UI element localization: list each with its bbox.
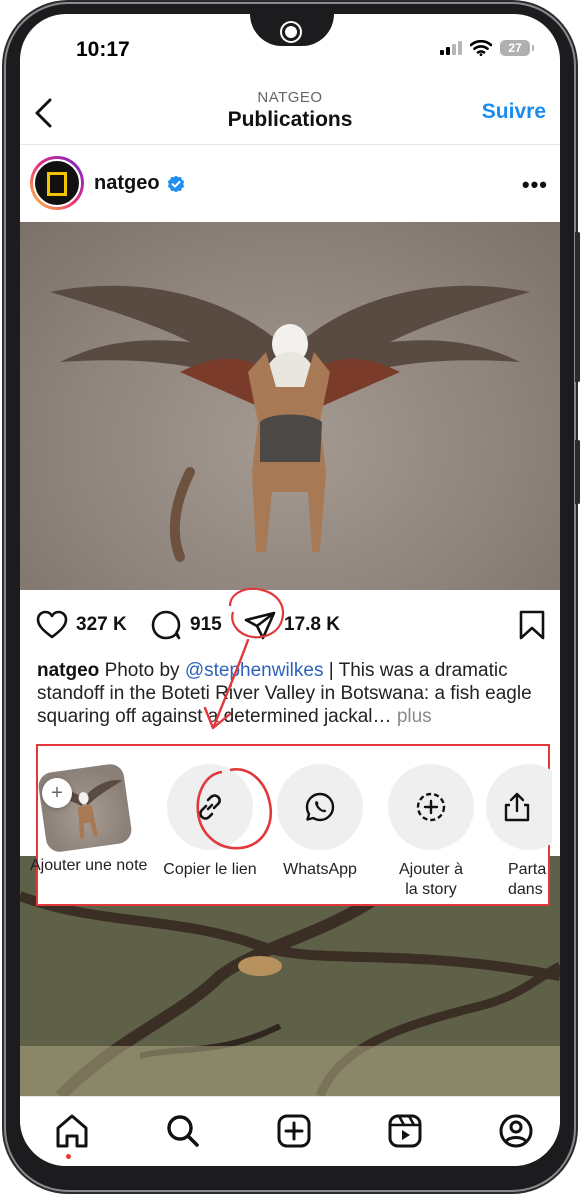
- front-camera: [282, 23, 300, 41]
- battery-icon: 27: [500, 40, 534, 56]
- share-label: WhatsApp: [283, 861, 357, 878]
- add-story-icon: [388, 764, 474, 850]
- like-count: 327 K: [76, 614, 127, 635]
- power-button: [575, 440, 580, 504]
- avatar[interactable]: [30, 156, 84, 210]
- comment-count: 915: [190, 614, 222, 635]
- share-add-note[interactable]: + Ajouter une note: [30, 762, 148, 876]
- caption-more-link[interactable]: plus: [397, 706, 432, 727]
- plus-icon: +: [42, 778, 72, 808]
- share-action[interactable]: 17.8 K: [244, 610, 340, 640]
- share-icon: [486, 764, 552, 850]
- caption-mention[interactable]: @stephenwilkes: [185, 660, 324, 681]
- profile-icon[interactable]: [496, 1111, 536, 1151]
- like-action[interactable]: 327 K: [36, 610, 127, 640]
- page-title: Publications: [227, 108, 353, 131]
- share-label: Parta dans: [508, 861, 547, 898]
- status-time: 10:17: [76, 38, 130, 61]
- verified-badge-icon: [167, 175, 185, 193]
- send-icon: [244, 611, 276, 640]
- whatsapp-icon: [277, 764, 363, 850]
- header-account: NATGEO: [257, 89, 323, 106]
- follow-button[interactable]: Suivre: [482, 100, 546, 124]
- share-whatsapp[interactable]: WhatsApp: [265, 764, 375, 880]
- caption-prefix: Photo by: [104, 660, 185, 681]
- note-thumbnail: [36, 762, 134, 854]
- share-label: Copier le lien: [163, 861, 257, 878]
- post-photo: [20, 222, 560, 590]
- screen: 10:17 27 NATGEO Publications Suivre natg…: [20, 14, 560, 1166]
- search-icon[interactable]: [163, 1111, 203, 1151]
- share-add-story[interactable]: Ajouter à la story: [376, 764, 486, 900]
- bookmark-icon[interactable]: [518, 610, 546, 640]
- post-username[interactable]: natgeo: [94, 172, 160, 195]
- phone-frame: 10:17 27 NATGEO Publications Suivre natg…: [6, 4, 580, 1190]
- link-icon: [167, 764, 253, 850]
- heart-icon: [36, 610, 68, 639]
- share-label: Ajouter une note: [30, 857, 148, 874]
- share-sheet: + Ajouter une note Copier le lien WhatsA…: [30, 744, 552, 906]
- caption-username[interactable]: natgeo: [37, 660, 99, 681]
- status-icons: 27: [440, 40, 534, 56]
- home-notification-dot: [66, 1154, 71, 1159]
- post-actions: 327 K 915 17.8 K: [20, 610, 560, 642]
- share-more[interactable]: Parta dans: [486, 764, 552, 900]
- volume-button: [575, 232, 580, 382]
- notch: [250, 14, 334, 46]
- post-caption: natgeo Photo by @stephenwilkes | This wa…: [37, 659, 553, 728]
- create-icon[interactable]: [274, 1111, 314, 1151]
- reels-icon[interactable]: [385, 1111, 425, 1151]
- wifi-icon: [470, 40, 492, 56]
- share-label: Ajouter à la story: [398, 861, 464, 898]
- signal-icon: [440, 41, 462, 55]
- more-options-icon[interactable]: •••: [522, 172, 548, 198]
- share-copy-link[interactable]: Copier le lien: [155, 764, 265, 880]
- bottom-nav: [20, 1096, 560, 1166]
- share-count: 17.8 K: [284, 614, 340, 635]
- header-divider: [20, 144, 560, 145]
- comment-icon: [151, 610, 181, 640]
- home-icon[interactable]: [52, 1111, 92, 1151]
- comment-action[interactable]: 915: [150, 610, 222, 640]
